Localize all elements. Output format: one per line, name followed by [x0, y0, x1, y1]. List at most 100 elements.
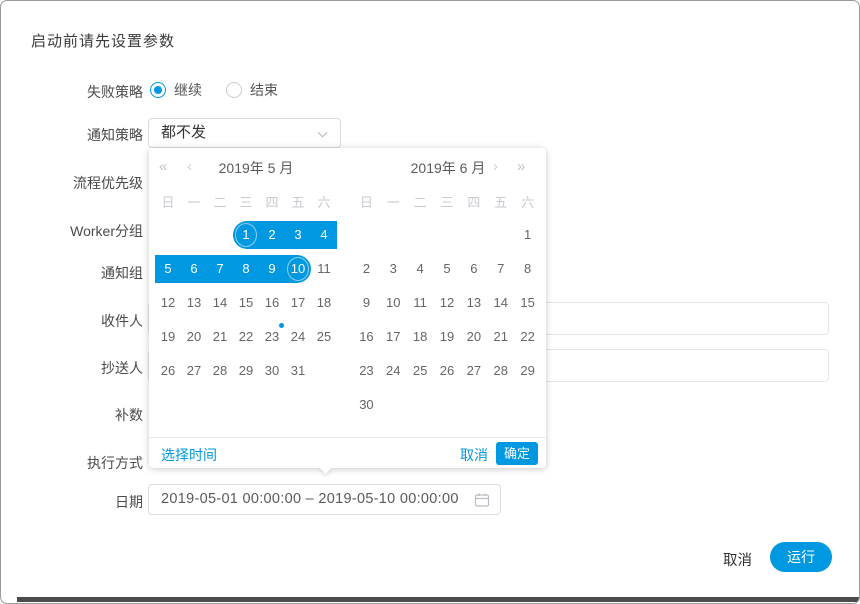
- weekday-label: 二: [207, 193, 233, 213]
- calendar-day-empty: [207, 221, 233, 249]
- calendar-day[interactable]: 7: [207, 255, 233, 283]
- calendar-day[interactable]: 17: [380, 323, 407, 351]
- prev-year-icon[interactable]: «: [159, 157, 167, 177]
- calendar-day[interactable]: 15: [514, 289, 541, 317]
- calendar-day[interactable]: 13: [181, 289, 207, 317]
- weekday-label: 三: [233, 193, 259, 213]
- calendar-day[interactable]: 14: [487, 289, 514, 317]
- calendar-day[interactable]: 28: [487, 357, 514, 385]
- calendar-day[interactable]: 24: [285, 323, 311, 351]
- calendar-day[interactable]: 19: [155, 323, 181, 351]
- calendar-day[interactable]: 6: [460, 255, 487, 283]
- calendar-day[interactable]: 26: [434, 357, 461, 385]
- left-month-title: 2019年 5 月: [206, 158, 306, 178]
- calendar-day[interactable]: 15: [233, 289, 259, 317]
- calendar-day[interactable]: 20: [181, 323, 207, 351]
- cc-label: 抄送人: [1, 358, 143, 378]
- calendar-day[interactable]: 11: [407, 289, 434, 317]
- notify-strategy-value: 都不发: [161, 119, 206, 147]
- calendar-day[interactable]: 9: [259, 255, 285, 283]
- calendar-day[interactable]: 16: [353, 323, 380, 351]
- calendar-day[interactable]: 25: [311, 323, 337, 351]
- calendar-day[interactable]: 7: [487, 255, 514, 283]
- calendar-day[interactable]: 22: [514, 323, 541, 351]
- failure-strategy-radio-group: 继续 结束: [150, 81, 302, 99]
- calendar-day[interactable]: 8: [514, 255, 541, 283]
- calendar-day[interactable]: 19: [434, 323, 461, 351]
- calendar-day[interactable]: 27: [460, 357, 487, 385]
- window-bottom-edge: [17, 597, 859, 602]
- calendar-day[interactable]: 27: [181, 357, 207, 385]
- calendar-day[interactable]: 10: [380, 289, 407, 317]
- dialog-cancel-button[interactable]: 取消: [723, 549, 752, 570]
- next-month-icon[interactable]: ›: [493, 157, 498, 177]
- radio-end-label: 结束: [250, 80, 278, 100]
- calendar-day[interactable]: 21: [487, 323, 514, 351]
- calendar-day[interactable]: 20: [460, 323, 487, 351]
- calendar-day[interactable]: 3: [380, 255, 407, 283]
- calendar-day[interactable]: 31: [285, 357, 311, 385]
- datepicker-confirm-button[interactable]: 确定: [496, 442, 538, 465]
- notify-strategy-select[interactable]: 都不发: [148, 118, 341, 148]
- calendar-day[interactable]: 16: [259, 289, 285, 317]
- calendar-day[interactable]: 18: [407, 323, 434, 351]
- prev-month-icon[interactable]: ‹: [187, 157, 192, 177]
- datepicker-footer: 选择时间 取消 确定: [149, 437, 546, 468]
- calendar-day[interactable]: 24: [380, 357, 407, 385]
- calendar-day[interactable]: 17: [285, 289, 311, 317]
- weekday-label: 日: [353, 193, 380, 213]
- next-year-icon[interactable]: »: [517, 157, 525, 177]
- calendar-day[interactable]: 23: [353, 357, 380, 385]
- calendar-day[interactable]: 4: [311, 221, 337, 249]
- select-time-link[interactable]: 选择时间: [161, 445, 217, 465]
- calendar-day[interactable]: 2: [353, 255, 380, 283]
- calendar-day[interactable]: 29: [233, 357, 259, 385]
- calendar-day[interactable]: 26: [155, 357, 181, 385]
- calendar-day[interactable]: 18: [311, 289, 337, 317]
- calendar-day[interactable]: 22: [233, 323, 259, 351]
- calendar-day[interactable]: 8: [233, 255, 259, 283]
- calendar-day[interactable]: 9: [353, 289, 380, 317]
- calendar-day-empty: [434, 221, 461, 249]
- radio-end[interactable]: [226, 82, 242, 98]
- calendar-day[interactable]: 30: [259, 357, 285, 385]
- calendar-day[interactable]: 28: [207, 357, 233, 385]
- calendar-day[interactable]: 5: [434, 255, 461, 283]
- calendar-day[interactable]: 5: [155, 255, 181, 283]
- calendar-day[interactable]: 10: [285, 255, 311, 283]
- date-range-value: 2019-05-01 00:00:00 – 2019-05-10 00:00:0…: [161, 485, 459, 514]
- calendar-day[interactable]: 14: [207, 289, 233, 317]
- calendar-day[interactable]: 1: [514, 221, 541, 249]
- dialog-run-button[interactable]: 运行: [770, 542, 832, 572]
- calendar-day[interactable]: 11: [311, 255, 337, 283]
- date-range-input[interactable]: 2019-05-01 00:00:00 – 2019-05-10 00:00:0…: [148, 484, 501, 515]
- calendar-day[interactable]: 23: [259, 323, 285, 351]
- calendar-day[interactable]: 12: [155, 289, 181, 317]
- failure-strategy-label: 失败策略: [1, 82, 143, 102]
- calendar-week-row: 567891011: [155, 255, 337, 283]
- weekday-header: 日一二三四五六: [353, 193, 541, 213]
- weekday-label: 六: [311, 193, 337, 213]
- calendar-day[interactable]: 25: [407, 357, 434, 385]
- page-title: 启动前请先设置参数: [31, 30, 175, 51]
- calendar-week-row: 1234: [155, 221, 337, 249]
- calendar-day[interactable]: 4: [407, 255, 434, 283]
- radio-continue[interactable]: [150, 82, 166, 98]
- calendar-day[interactable]: 30: [353, 391, 380, 419]
- datepicker-cancel-button[interactable]: 取消: [460, 445, 488, 465]
- process-priority-label: 流程优先级: [1, 173, 143, 193]
- weekday-label: 二: [407, 193, 434, 213]
- calendar-day[interactable]: 13: [460, 289, 487, 317]
- weekday-header: 日一二三四五六: [155, 193, 337, 213]
- calendar-day[interactable]: 2: [259, 221, 285, 249]
- calendar-day[interactable]: 6: [181, 255, 207, 283]
- calendar-day[interactable]: 3: [285, 221, 311, 249]
- calendar-day[interactable]: 21: [207, 323, 233, 351]
- calendar-day[interactable]: 1: [233, 221, 259, 249]
- calendar-day[interactable]: 12: [434, 289, 461, 317]
- worker-group-label: Worker分组: [1, 221, 143, 241]
- weekday-label: 四: [460, 193, 487, 213]
- weekday-label: 四: [259, 193, 285, 213]
- calendar-day[interactable]: 29: [514, 357, 541, 385]
- weekday-label: 一: [181, 193, 207, 213]
